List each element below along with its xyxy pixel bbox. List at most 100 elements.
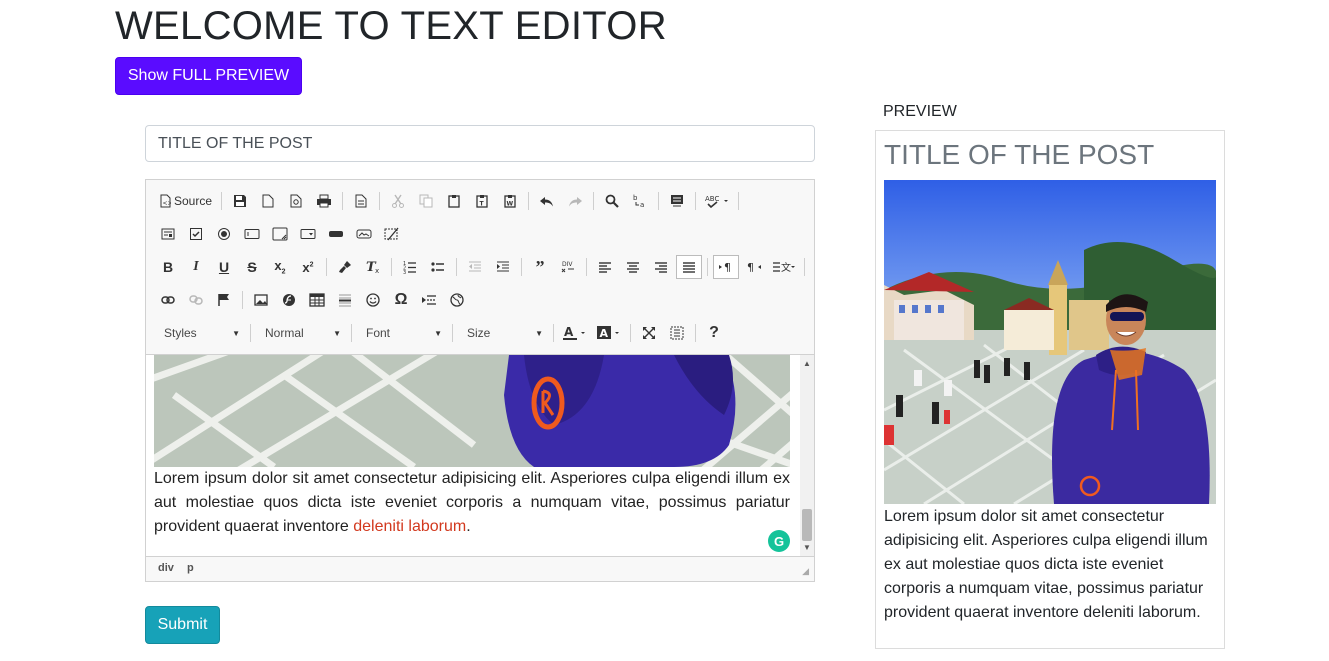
strikethrough-button[interactable]: S bbox=[239, 255, 265, 279]
copy-button[interactable] bbox=[413, 189, 439, 213]
size-select[interactable]: Size ▼ bbox=[457, 321, 549, 345]
content-photo bbox=[154, 355, 790, 467]
hidden-field-button[interactable] bbox=[379, 222, 405, 246]
bold-button[interactable]: B bbox=[155, 255, 181, 279]
copy-formatting-button[interactable] bbox=[332, 255, 358, 279]
scroll-down-icon[interactable]: ▼ bbox=[803, 543, 811, 552]
undo-button[interactable] bbox=[534, 189, 560, 213]
anchor-button[interactable] bbox=[211, 288, 237, 312]
align-left-button[interactable] bbox=[592, 255, 618, 279]
save-icon bbox=[234, 195, 247, 207]
button-element-icon bbox=[329, 231, 343, 237]
superscript-button[interactable]: x2 bbox=[295, 255, 321, 279]
show-full-preview-button[interactable]: Show FULL PREVIEW bbox=[115, 57, 302, 95]
toolbar-row-4: Ω bbox=[154, 286, 471, 314]
background-color-button[interactable]: A bbox=[593, 321, 625, 345]
bulleted-list-button[interactable] bbox=[425, 255, 451, 279]
styles-select[interactable]: Styles ▼ bbox=[154, 321, 246, 345]
source-button[interactable]: <> Source bbox=[155, 189, 216, 213]
scrollbar-thumb[interactable] bbox=[802, 509, 812, 541]
editor-content-area[interactable]: Lorem ipsum dolor sit amet consectetur a… bbox=[146, 354, 814, 557]
table-button[interactable] bbox=[304, 288, 330, 312]
about-button[interactable]: ? bbox=[701, 321, 727, 345]
paste-button[interactable] bbox=[441, 189, 467, 213]
replace-button[interactable]: ba bbox=[627, 189, 653, 213]
svg-text:A: A bbox=[564, 325, 574, 339]
justify-button[interactable] bbox=[676, 255, 702, 279]
toolbar-row-3: B I U S x2 x2 Tx 123 ” DIV ¶ ¶ 文 bbox=[154, 253, 809, 281]
blockquote-button[interactable]: ” bbox=[527, 255, 553, 279]
select-all-button[interactable] bbox=[664, 189, 690, 213]
svg-text:DIV: DIV bbox=[562, 261, 573, 268]
radio-button[interactable] bbox=[211, 222, 237, 246]
save-button[interactable] bbox=[227, 189, 253, 213]
resize-handle-icon[interactable]: ◢ bbox=[802, 566, 809, 577]
font-select[interactable]: Font ▼ bbox=[356, 321, 448, 345]
find-button[interactable] bbox=[599, 189, 625, 213]
paste-text-icon: T bbox=[476, 195, 488, 208]
subscript-button[interactable]: x2 bbox=[267, 255, 293, 279]
text-direction-rtl-button[interactable]: ¶ bbox=[741, 255, 767, 279]
post-title-input[interactable]: TITLE OF THE POST bbox=[145, 125, 815, 162]
preview-button[interactable] bbox=[283, 189, 309, 213]
iframe-button[interactable] bbox=[444, 288, 470, 312]
editor-scrollbar[interactable]: ▲ ▼ bbox=[800, 355, 814, 556]
flag-icon bbox=[218, 294, 229, 306]
redo-button[interactable] bbox=[562, 189, 588, 213]
scroll-up-icon[interactable]: ▲ bbox=[803, 359, 811, 368]
create-div-button[interactable]: DIV bbox=[555, 255, 581, 279]
remove-format-button[interactable]: Tx bbox=[360, 255, 386, 279]
new-page-button[interactable] bbox=[255, 189, 281, 213]
help-icon: ? bbox=[709, 324, 719, 341]
align-left-icon bbox=[599, 262, 611, 273]
smiley-button[interactable] bbox=[360, 288, 386, 312]
special-char-button[interactable]: Ω bbox=[388, 288, 414, 312]
language-button[interactable]: 文 bbox=[769, 255, 799, 279]
toolbar-separator bbox=[593, 192, 595, 210]
flash-button[interactable] bbox=[276, 288, 302, 312]
unlink-button[interactable] bbox=[183, 288, 209, 312]
align-right-button[interactable] bbox=[648, 255, 674, 279]
paste-text-button[interactable]: T bbox=[469, 189, 495, 213]
italic-button[interactable]: I bbox=[183, 255, 209, 279]
templates-button[interactable] bbox=[348, 189, 374, 213]
format-select[interactable]: Normal ▼ bbox=[255, 321, 347, 345]
grammarly-icon[interactable]: G bbox=[768, 530, 790, 552]
decrease-indent-button[interactable] bbox=[462, 255, 488, 279]
image-button[interactable] bbox=[248, 288, 274, 312]
text-direction-ltr-button[interactable]: ¶ bbox=[713, 255, 739, 279]
numbered-list-button[interactable]: 123 bbox=[397, 255, 423, 279]
button-element-button[interactable] bbox=[323, 222, 349, 246]
form-button[interactable] bbox=[155, 222, 181, 246]
link-button[interactable] bbox=[155, 288, 181, 312]
content-trailing: . bbox=[466, 518, 471, 535]
increase-indent-button[interactable] bbox=[490, 255, 516, 279]
path-item-div[interactable]: div bbox=[158, 562, 174, 574]
page-break-button[interactable] bbox=[416, 288, 442, 312]
horizontal-line-button[interactable] bbox=[332, 288, 358, 312]
justify-icon bbox=[683, 262, 695, 273]
paste-word-button[interactable]: W bbox=[497, 189, 523, 213]
content-paragraph[interactable]: Lorem ipsum dolor sit amet consectetur a… bbox=[154, 467, 790, 539]
remove-format-icon: Tx bbox=[366, 260, 379, 274]
image-button-button[interactable] bbox=[351, 222, 377, 246]
spellcheck-button[interactable]: ABC bbox=[701, 189, 733, 213]
checkbox-button[interactable] bbox=[183, 222, 209, 246]
select-field-button[interactable] bbox=[295, 222, 321, 246]
text-color-button[interactable]: A bbox=[559, 321, 591, 345]
background-color-icon: A bbox=[597, 326, 619, 340]
preview-image bbox=[884, 180, 1216, 504]
path-item-p[interactable]: p bbox=[187, 562, 194, 574]
maximize-button[interactable] bbox=[636, 321, 662, 345]
print-button[interactable] bbox=[311, 189, 337, 213]
submit-button[interactable]: Submit bbox=[145, 606, 220, 644]
textfield-button[interactable] bbox=[239, 222, 265, 246]
show-blocks-button[interactable] bbox=[664, 321, 690, 345]
search-icon bbox=[605, 194, 619, 208]
toolbar-separator bbox=[326, 258, 327, 276]
align-center-button[interactable] bbox=[620, 255, 646, 279]
textarea-button[interactable] bbox=[267, 222, 293, 246]
underline-button[interactable]: U bbox=[211, 255, 237, 279]
cut-button[interactable] bbox=[385, 189, 411, 213]
styles-select-label: Styles bbox=[164, 326, 197, 340]
